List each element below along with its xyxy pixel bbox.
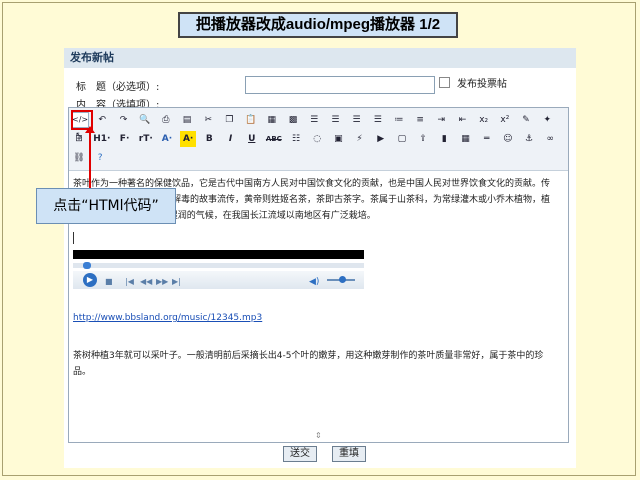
poll-label: 发布投票帖 (457, 79, 507, 90)
blocks-icon[interactable]: ⊞ (71, 131, 87, 147)
poll-checkbox[interactable] (439, 77, 450, 88)
player-video-area (73, 250, 364, 259)
select-all-icon[interactable]: ✦ (539, 112, 555, 128)
toolbar-row-2: ⊞ H1· F· rT· A· A· B I U ABC ☷ ◌ ▣ ⚡ ▶ ▢… (71, 131, 560, 149)
resize-handle-icon[interactable]: ⇕ (315, 431, 322, 440)
copy-icon[interactable]: ❐ (221, 112, 237, 128)
table-icon[interactable]: ▦ (457, 131, 473, 147)
font-family-dropdown[interactable]: F· (117, 131, 133, 147)
player-seek-thumb[interactable] (83, 262, 91, 269)
rich-text-editor: </> ↶ ↷ 🔍 ⎙ ▤ ✂ ❐ 📋 ▦ ▩ ☰ ☰ ☰ ☰ ≔ ≡ ⇥ ⇤ … (68, 107, 569, 443)
media-icon[interactable]: ▶ (373, 131, 389, 147)
outdent-icon[interactable]: ⇤ (454, 112, 470, 128)
highlight-color-dropdown[interactable]: A· (180, 131, 197, 147)
reset-button[interactable]: 重填 (332, 446, 366, 462)
flash-icon[interactable]: ⚡ (352, 131, 368, 147)
horizontal-rule-icon[interactable]: ═ (479, 131, 495, 147)
callout-arrow (89, 131, 91, 190)
editor-toolbar: </> ↶ ↷ 🔍 ⎙ ▤ ✂ ❐ 📋 ▦ ▩ ☰ ☰ ☰ ☰ ≔ ≡ ⇥ ⇤ … (69, 108, 568, 171)
attachment-icon[interactable]: ▮ (436, 131, 452, 147)
rewind-icon[interactable]: ◀◀ (140, 274, 152, 290)
help-icon[interactable]: ? (92, 150, 108, 166)
play-icon[interactable]: ▶ (83, 273, 97, 287)
indent-icon[interactable]: ⇥ (433, 112, 449, 128)
font-size-dropdown[interactable]: rT· (138, 131, 154, 147)
link-icon[interactable]: ∞ (542, 131, 558, 147)
font-color-dropdown[interactable]: A· (159, 131, 175, 147)
slide-title: 把播放器改成audio/mpeg播放器 1/2 (178, 12, 458, 38)
panel-header: 发布新帖 (64, 48, 576, 68)
next-icon[interactable]: ▶| (172, 274, 181, 290)
title-input[interactable] (245, 76, 435, 94)
cut-icon[interactable]: ✂ (200, 112, 216, 128)
paste-icon[interactable]: 📋 (243, 112, 259, 128)
previous-icon[interactable]: |◀ (125, 274, 134, 290)
hr-icon[interactable]: ☷ (288, 131, 304, 147)
anchor-icon[interactable]: ⚓ (521, 131, 537, 147)
preview-icon[interactable]: 🔍 (137, 112, 153, 128)
align-right-icon[interactable]: ☰ (349, 112, 365, 128)
subscript-icon[interactable]: x₂ (476, 112, 492, 128)
unordered-list-icon[interactable]: ≡ (412, 112, 428, 128)
fast-forward-icon[interactable]: ▶▶ (156, 274, 168, 290)
eraser-icon[interactable]: ◌ (309, 131, 325, 147)
ordered-list-icon[interactable]: ≔ (391, 112, 407, 128)
post-form-panel: 发布新帖 标 题（必选项）: 发布投票帖 内 容（选填项）: </> ↶ ↷ 🔍… (64, 48, 576, 468)
paste-text-icon[interactable]: ▦ (264, 112, 280, 128)
volume-thumb[interactable] (339, 276, 346, 283)
emoticon-icon[interactable]: ☺ (500, 131, 516, 147)
bold-button[interactable]: B (201, 131, 217, 147)
player-seek-bar[interactable] (73, 263, 364, 268)
toolbar-row-1: </> ↶ ↷ 🔍 ⎙ ▤ ✂ ❐ 📋 ▦ ▩ ☰ ☰ ☰ ☰ ≔ ≡ ⇥ ⇤ … (71, 112, 568, 141)
align-center-icon[interactable]: ☰ (327, 112, 343, 128)
paragraph-2: 茶树种植3年就可以采叶子。一般清明前后采摘长出4-5个叶的嫩芽，用这种嫩芽制作的… (73, 351, 544, 377)
media-player[interactable]: ▶ ■ |◀ ◀◀ ▶▶ ▶| ◀) (73, 250, 364, 290)
volume-icon[interactable]: ◀) (309, 274, 319, 290)
upload-icon[interactable]: ⇪ (415, 131, 431, 147)
mp3-link[interactable]: http://www.bbsland.org/music/12345.mp3 (73, 310, 262, 326)
image-icon[interactable]: ▣ (330, 131, 346, 147)
italic-button[interactable]: I (223, 131, 239, 147)
stop-icon[interactable]: ■ (105, 274, 113, 290)
title-label: 标 题（必选项）: (76, 82, 160, 93)
justify-icon[interactable]: ☰ (370, 112, 386, 128)
text-caret (73, 232, 74, 244)
undo-icon[interactable]: ↶ (94, 112, 110, 128)
submit-button[interactable]: 送交 (283, 446, 317, 462)
align-left-icon[interactable]: ☰ (306, 112, 322, 128)
redo-icon[interactable]: ↷ (115, 112, 131, 128)
player-controls: ▶ ■ |◀ ◀◀ ▶▶ ▶| ◀) (73, 271, 364, 289)
strikethrough-button[interactable]: ABC (265, 131, 283, 147)
unlink-icon[interactable]: ⛓ (71, 150, 87, 166)
clear-format-icon[interactable]: ✎ (518, 112, 534, 128)
heading-dropdown[interactable]: H1· (92, 131, 111, 147)
paste-word-icon[interactable]: ▩ (285, 112, 301, 128)
file-icon[interactable]: ▢ (394, 131, 410, 147)
underline-button[interactable]: U (244, 131, 260, 147)
instruction-callout: 点击“HTMl代码” (36, 188, 176, 224)
superscript-icon[interactable]: x² (497, 112, 513, 128)
print-icon[interactable]: ⎙ (158, 112, 174, 128)
template-icon[interactable]: ▤ (179, 112, 195, 128)
